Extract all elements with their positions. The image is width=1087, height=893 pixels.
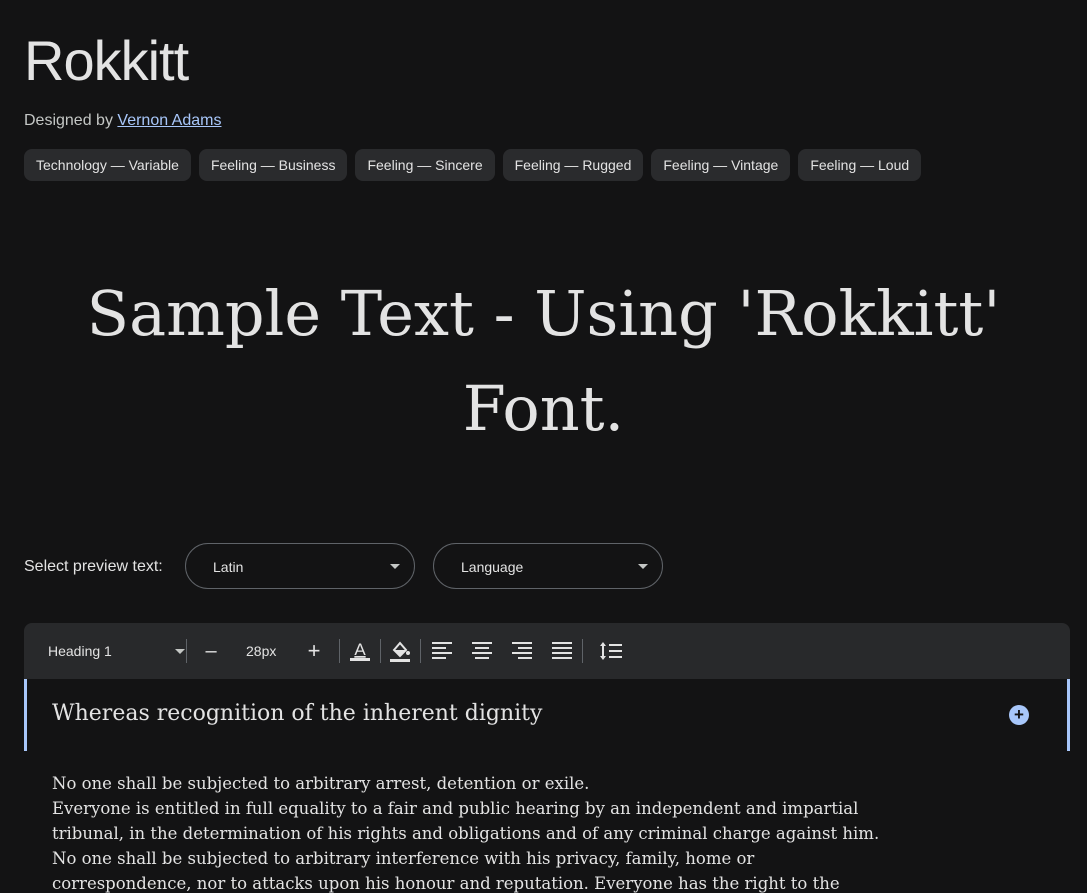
designer-line: Designed by Vernon Adams: [24, 110, 221, 132]
sample-text-line: Font.: [462, 372, 625, 445]
language-select[interactable]: Language: [433, 543, 663, 589]
script-select[interactable]: Latin: [185, 543, 415, 589]
caret-down-icon: [390, 564, 400, 569]
sample-text-line: Sample Text - Using 'Rokkitt': [86, 277, 1001, 350]
add-block-icon[interactable]: +: [1009, 705, 1029, 725]
toolbar-divider: [420, 639, 421, 663]
tag-list: Technology — Variable Feeling — Business…: [24, 149, 922, 181]
font-specimen-page: Rokkitt Designed by Vernon Adams Technol…: [0, 0, 1087, 893]
editor-heading-text[interactable]: Whereas recognition of the inherent dign…: [52, 699, 542, 729]
font-title: Rokkitt: [24, 29, 189, 92]
tag-chip[interactable]: Feeling — Business: [198, 149, 348, 181]
tag-chip[interactable]: Feeling — Vintage: [651, 149, 791, 181]
designed-by-label: Designed by: [24, 112, 113, 129]
toolbar-divider: [582, 639, 583, 663]
body-text-line: tribunal, in the determination of his ri…: [52, 824, 880, 843]
body-text-line: No one shall be subjected to arbitrary a…: [52, 774, 590, 793]
svg-text:A: A: [354, 640, 366, 659]
decrease-size-button[interactable]: –: [204, 623, 218, 679]
text-style-select[interactable]: Heading 1: [48, 623, 185, 679]
editor-toolbar: Heading 1 – 28px + A: [24, 623, 1070, 679]
caret-down-icon: [638, 564, 648, 569]
caret-down-icon: [175, 649, 185, 654]
text-style-value: Heading 1: [48, 643, 112, 659]
preview-text-label: Select preview text:: [24, 558, 163, 575]
toolbar-divider: [380, 639, 381, 663]
sample-text-preview: Sample Text - Using 'Rokkitt' Font.: [0, 266, 1087, 456]
font-size-value[interactable]: 28px: [246, 623, 286, 679]
body-text-line: Everyone is entitled in full equality to…: [52, 799, 859, 818]
tag-chip[interactable]: Feeling — Rugged: [502, 149, 644, 181]
tag-chip[interactable]: Feeling — Sincere: [355, 149, 495, 181]
editor-body-text[interactable]: No one shall be subjected to arbitrary a…: [52, 771, 972, 893]
body-text-line: No one shall be subjected to arbitrary i…: [52, 849, 755, 868]
toolbar-divider: [186, 639, 187, 663]
tag-chip[interactable]: Feeling — Loud: [798, 149, 922, 181]
toolbar-divider: [339, 639, 340, 663]
tag-chip[interactable]: Technology — Variable: [24, 149, 191, 181]
preview-editor-block[interactable]: Whereas recognition of the inherent dign…: [24, 679, 1070, 751]
increase-size-button[interactable]: +: [307, 623, 321, 679]
language-select-value: Language: [461, 559, 524, 575]
body-text-line: correspondence, nor to attacks upon his …: [52, 874, 840, 893]
designer-link[interactable]: Vernon Adams: [117, 112, 221, 129]
script-select-value: Latin: [213, 559, 244, 575]
